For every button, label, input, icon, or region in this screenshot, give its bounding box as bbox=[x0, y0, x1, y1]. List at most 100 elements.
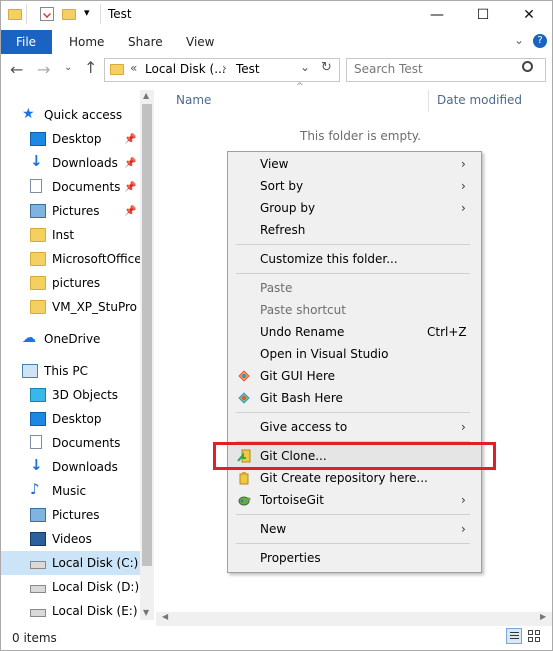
breadcrumb-overflow[interactable]: « bbox=[130, 61, 137, 75]
sidebar-item-documents[interactable]: Documents 📌 bbox=[0, 175, 140, 199]
close-button[interactable]: ✕ bbox=[506, 0, 552, 30]
sidebar-item-quick-access[interactable]: ★ Quick access bbox=[0, 103, 140, 127]
breadcrumb-test[interactable]: Test bbox=[236, 62, 260, 76]
menu-item-new[interactable]: New › bbox=[228, 518, 481, 540]
menu-item-refresh[interactable]: Refresh bbox=[228, 219, 481, 241]
maximize-button[interactable]: ☐ bbox=[460, 0, 506, 30]
folder-icon bbox=[30, 276, 46, 290]
tab-home[interactable]: Home bbox=[69, 30, 104, 54]
star-icon: ★ bbox=[22, 106, 35, 122]
sort-indicator-icon: ^ bbox=[296, 82, 304, 92]
git-create-icon bbox=[237, 471, 251, 485]
menu-item-view[interactable]: View › bbox=[228, 153, 481, 175]
breadcrumb-local-disk[interactable]: Local Disk (... bbox=[145, 62, 226, 76]
address-dropdown-icon[interactable]: ⌄ bbox=[300, 60, 310, 74]
menu-item-sort-by[interactable]: Sort by › bbox=[228, 175, 481, 197]
horizontal-scrollbar[interactable] bbox=[156, 612, 553, 626]
separator bbox=[100, 4, 101, 24]
back-button[interactable]: ← bbox=[10, 60, 23, 79]
sidebar-item-this-pc[interactable]: This PC bbox=[0, 359, 140, 383]
sidebar-item-vm-xp-stupro[interactable]: VM_XP_StuPro bbox=[0, 295, 140, 319]
forward-button[interactable]: → bbox=[37, 60, 50, 79]
menu-separator bbox=[236, 273, 470, 274]
scroll-left-icon[interactable]: ◀ bbox=[162, 612, 168, 621]
sidebar-item-pictures[interactable]: Pictures 📌 bbox=[0, 199, 140, 223]
menu-item-tortoisegit[interactable]: TortoiseGit › bbox=[228, 489, 481, 511]
menu-item-git-bash[interactable]: Git Bash Here bbox=[228, 387, 481, 409]
refresh-icon[interactable]: ↻ bbox=[321, 60, 332, 75]
sidebar-scrollbar-thumb[interactable] bbox=[142, 104, 152, 566]
menu-item-open-visual-studio[interactable]: Open in Visual Studio bbox=[228, 343, 481, 365]
menu-item-give-access[interactable]: Give access to › bbox=[228, 416, 481, 438]
sidebar-item-local-disk-e[interactable]: Local Disk (E:) bbox=[0, 599, 140, 623]
shortcut-label: Ctrl+Z bbox=[427, 325, 467, 339]
folder-icon bbox=[110, 64, 124, 75]
folder-icon bbox=[30, 228, 46, 242]
menu-item-git-create-repository[interactable]: Git Create repository here... bbox=[228, 467, 481, 489]
sidebar-item-pictures-folder[interactable]: pictures bbox=[0, 271, 140, 295]
sidebar-item-onedrive[interactable]: ☁ OneDrive bbox=[0, 327, 140, 351]
scroll-up-icon[interactable]: ▲ bbox=[143, 91, 149, 100]
sidebar-item-desktop[interactable]: Desktop 📌 bbox=[0, 127, 140, 151]
pin-icon[interactable]: 📌 bbox=[124, 206, 136, 217]
menu-item-properties[interactable]: Properties bbox=[228, 547, 481, 569]
scroll-down-icon[interactable]: ▼ bbox=[143, 608, 149, 617]
status-item-count: 0 items bbox=[12, 631, 57, 645]
tab-view[interactable]: View bbox=[186, 30, 214, 54]
chevron-right-icon: › bbox=[461, 420, 466, 434]
pin-icon[interactable]: 📌 bbox=[124, 134, 136, 145]
sidebar-item-downloads[interactable]: ↓ Downloads 📌 bbox=[0, 151, 140, 175]
sidebar-item-local-disk-c[interactable]: Local Disk (C:) bbox=[0, 551, 140, 575]
sidebar-item-microsoftoffice[interactable]: MicrosoftOffice bbox=[0, 247, 142, 271]
sidebar-item-pc-downloads[interactable]: ↓ Downloads bbox=[0, 455, 140, 479]
sidebar-item-pc-pictures[interactable]: Pictures bbox=[0, 503, 140, 527]
menu-separator bbox=[236, 543, 470, 544]
recent-locations-icon[interactable]: ⌄ bbox=[64, 62, 72, 73]
menu-item-git-gui[interactable]: Git GUI Here bbox=[228, 365, 481, 387]
pin-icon[interactable]: 📌 bbox=[124, 182, 136, 193]
sidebar-item-pc-documents[interactable]: Documents bbox=[0, 431, 140, 455]
ribbon-expand-icon[interactable]: ⌄ bbox=[514, 33, 524, 47]
details-view-button[interactable] bbox=[506, 628, 522, 644]
menu-item-group-by[interactable]: Group by › bbox=[228, 197, 481, 219]
chevron-right-icon: › bbox=[461, 157, 466, 171]
sidebar-item-pc-desktop[interactable]: Desktop bbox=[0, 407, 140, 431]
download-arrow-icon: ↓ bbox=[30, 152, 43, 170]
search-icon[interactable] bbox=[522, 61, 533, 72]
film-icon bbox=[30, 532, 46, 546]
tab-share[interactable]: Share bbox=[128, 30, 163, 54]
sidebar-item-local-disk-d[interactable]: Local Disk (D:) bbox=[0, 575, 140, 599]
drive-icon bbox=[30, 561, 46, 569]
sidebar-item-inst[interactable]: Inst bbox=[0, 223, 140, 247]
pin-icon[interactable]: 📌 bbox=[124, 158, 136, 169]
folder-icon bbox=[30, 252, 46, 266]
folder-icon bbox=[30, 300, 46, 314]
minimize-button[interactable]: — bbox=[414, 0, 460, 30]
document-icon bbox=[30, 179, 42, 193]
help-icon[interactable]: ? bbox=[533, 34, 547, 48]
cloud-icon: ☁ bbox=[22, 330, 36, 346]
menu-item-paste[interactable]: Paste bbox=[228, 277, 481, 299]
chevron-right-icon: › bbox=[461, 493, 466, 507]
properties-icon[interactable] bbox=[40, 7, 54, 21]
scroll-right-icon[interactable]: ▶ bbox=[540, 612, 546, 621]
git-bash-icon bbox=[237, 391, 251, 405]
large-icons-view-button[interactable] bbox=[526, 628, 542, 644]
folder-icon bbox=[8, 9, 22, 20]
column-header-date-modified[interactable]: Date modified bbox=[437, 93, 522, 107]
sidebar-item-3d-objects[interactable]: 3D Objects bbox=[0, 383, 140, 407]
breadcrumb-separator[interactable]: › bbox=[222, 61, 227, 75]
menu-item-undo-rename[interactable]: Undo Rename Ctrl+Z bbox=[228, 321, 481, 343]
new-folder-icon[interactable] bbox=[62, 9, 76, 20]
menu-item-customize-folder[interactable]: Customize this folder... bbox=[228, 248, 481, 270]
menu-item-paste-shortcut[interactable]: Paste shortcut bbox=[228, 299, 481, 321]
sidebar-item-music[interactable]: ♪ Music bbox=[0, 479, 140, 503]
up-button[interactable]: ↑ bbox=[84, 58, 97, 77]
column-separator[interactable] bbox=[428, 90, 429, 112]
column-header-name[interactable]: Name bbox=[176, 93, 211, 107]
sidebar-item-videos[interactable]: Videos bbox=[0, 527, 140, 551]
tab-file[interactable]: File bbox=[0, 30, 52, 54]
quick-access-dropdown-icon[interactable]: ▾ bbox=[84, 6, 90, 19]
separator bbox=[26, 4, 27, 24]
menu-separator bbox=[236, 244, 470, 245]
